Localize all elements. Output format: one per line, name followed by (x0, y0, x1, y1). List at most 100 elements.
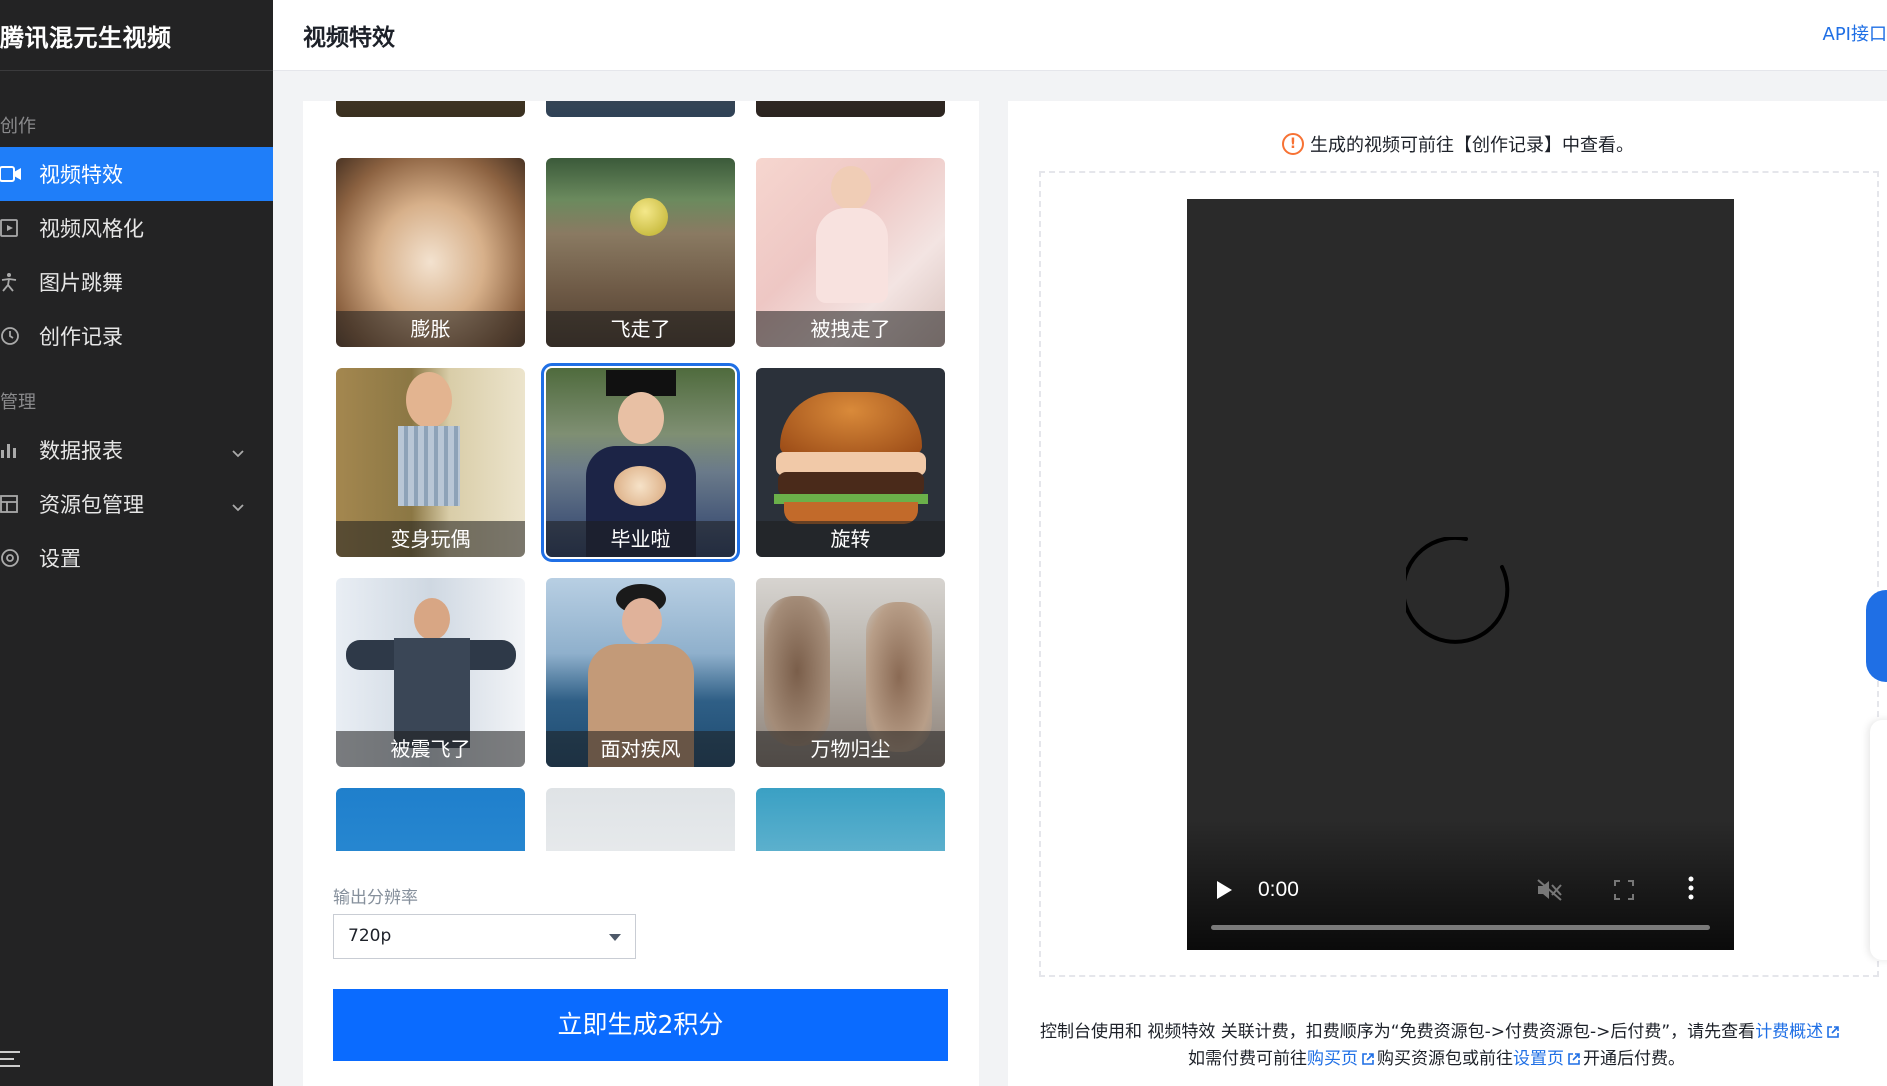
effect-tile[interactable]: 毕业啦 (541, 363, 740, 562)
effect-tile[interactable]: 旋转 (756, 368, 945, 557)
bar-chart-icon (0, 423, 36, 477)
video-play-icon (0, 201, 36, 255)
billing-notice-line1: 控制台使用和 视频特效 关联计费，扣费顺序为“免费资源包->付费资源包->后付费… (1040, 1017, 1842, 1044)
effect-tile-caption: 被拽走了 (756, 311, 945, 347)
person-dress (816, 208, 888, 303)
sidebar-item-label: 视频特效 (39, 163, 123, 187)
sidebar-item-reports[interactable]: 数据报表 (0, 423, 273, 477)
person-head (622, 598, 662, 644)
doll-shirt (398, 426, 460, 506)
effect-tile[interactable]: 被震飞了 (336, 578, 525, 767)
effect-tile[interactable]: 面对疾风 (546, 578, 735, 767)
person-head (831, 166, 871, 210)
settings-page-link[interactable]: 设置页 (1513, 1049, 1564, 1069)
burger-patty (778, 472, 924, 496)
effect-tile-partial[interactable] (336, 101, 525, 117)
sidebar-item-label: 设置 (39, 547, 81, 571)
footer-text: 购买资源包或前往 (1377, 1049, 1513, 1069)
sidebar-item-image-dance[interactable]: 图片跳舞 (0, 255, 273, 309)
effect-tile[interactable]: 膨胀 (336, 158, 525, 347)
effect-tile[interactable]: 被拽走了 (756, 158, 945, 347)
header: 视频特效 API接口 (273, 0, 1887, 71)
caret-down-icon (609, 934, 621, 941)
effect-tile-caption: 被震飞了 (336, 731, 525, 767)
sidebar: 腾讯混元生视频 创作 视频特效 视频风格化 图片跳舞 创作记录 管理 数据报表 (0, 0, 273, 1086)
sidebar-item-label: 数据报表 (39, 439, 123, 463)
resolution-label: 输出分辨率 (333, 888, 418, 908)
footer-text: 开通后付费。 (1583, 1049, 1685, 1069)
page-title: 视频特效 (303, 25, 395, 51)
billing-notice-line2: 如需付费可前往购买页 购买资源包或前往设置页 开通后付费。 (1188, 1044, 1685, 1071)
external-link-icon (1826, 1024, 1840, 1044)
sidebar-item-label: 资源包管理 (39, 493, 144, 517)
resolution-value: 720p (348, 926, 392, 946)
purchase-page-link[interactable]: 购买页 (1307, 1049, 1358, 1069)
sidebar-item-label: 创作记录 (39, 325, 123, 349)
effect-tile-partial[interactable] (756, 101, 945, 117)
collapse-menu-icon[interactable] (0, 1050, 30, 1074)
effect-config-panel: 膨胀 飞走了 被拽走了 变身玩偶 毕业啦 旋转 被震飞了 面对疾风 万物归尘 输… (303, 101, 979, 1086)
person-head (618, 392, 664, 444)
video-camera-icon (0, 147, 36, 201)
dancing-person-icon (0, 255, 36, 309)
brand-title: 腾讯混元生视频 (0, 23, 172, 52)
floating-side-panel[interactable] (1870, 720, 1887, 960)
effect-tile-caption: 毕业啦 (546, 521, 735, 557)
chevron-down-icon (231, 495, 245, 519)
effect-tile-caption: 面对疾风 (546, 731, 735, 767)
billing-text: 控制台使用和 视频特效 关联计费，扣费顺序为“免费资源包->付费资源包->后付费… (1040, 1022, 1756, 1042)
brand: 腾讯混元生视频 (0, 0, 273, 71)
sidebar-item-video-effects[interactable]: 视频特效 (0, 147, 273, 201)
burger-bun-top (780, 392, 922, 454)
effect-grid[interactable]: 膨胀 飞走了 被拽走了 变身玩偶 毕业啦 旋转 被震飞了 面对疾风 万物归尘 (303, 101, 979, 851)
fullscreen-icon[interactable] (1614, 880, 1634, 904)
group-title-manage: 管理 (0, 392, 36, 413)
generate-button[interactable]: 立即生成2积分 (333, 989, 948, 1061)
flying-fruit (630, 198, 668, 236)
sidebar-item-packages[interactable]: 资源包管理 (0, 477, 273, 531)
effect-tile-partial[interactable] (756, 788, 945, 851)
effect-tile-caption: 万物归尘 (756, 731, 945, 767)
preview-panel: ! 生成的视频可前往【创作记录】中查看。 0:00 控制台使用和 视频特效 关联… (1008, 101, 1887, 1086)
effect-tile-caption: 旋转 (756, 521, 945, 557)
person-head (414, 598, 450, 640)
effect-tile-caption: 膨胀 (336, 311, 525, 347)
loading-spinner-icon (1406, 537, 1510, 644)
effect-tile-partial[interactable] (546, 788, 735, 851)
progress-bar[interactable] (1211, 925, 1710, 930)
effect-tile[interactable]: 飞走了 (546, 158, 735, 347)
package-icon (0, 477, 36, 531)
dusty-figure-left (764, 596, 830, 746)
resolution-select[interactable]: 720p (333, 914, 636, 959)
settings-gear-icon (0, 531, 36, 585)
effect-tile[interactable]: 万物归尘 (756, 578, 945, 767)
muted-speaker-icon[interactable] (1537, 879, 1563, 905)
effect-tile[interactable]: 变身玩偶 (336, 368, 525, 557)
group-title-create: 创作 (0, 116, 36, 137)
effect-tile-partial[interactable] (336, 788, 525, 851)
sidebar-item-settings[interactable]: 设置 (0, 531, 273, 585)
sidebar-item-label: 图片跳舞 (39, 271, 123, 295)
history-clock-icon (0, 309, 36, 363)
dusty-figure-right (866, 602, 932, 752)
effect-tile-caption: 变身玩偶 (336, 521, 525, 557)
external-link-icon (1361, 1051, 1375, 1071)
sidebar-item-label: 视频风格化 (39, 217, 144, 241)
floating-assistant-button[interactable] (1866, 590, 1887, 682)
video-player[interactable]: 0:00 (1187, 199, 1734, 950)
api-link[interactable]: API接口 (1823, 20, 1887, 46)
play-icon[interactable] (1215, 880, 1233, 904)
doll-head (406, 372, 452, 428)
sidebar-item-history[interactable]: 创作记录 (0, 309, 273, 363)
billing-overview-link[interactable]: 计费概述 (1755, 1022, 1823, 1042)
notice-text: 生成的视频可前往【创作记录】中查看。 (1310, 135, 1634, 156)
more-options-icon[interactable] (1687, 876, 1695, 904)
sidebar-item-video-stylize[interactable]: 视频风格化 (0, 201, 273, 255)
bouquet (614, 466, 666, 506)
external-link-icon (1567, 1051, 1581, 1071)
effect-tile-caption: 飞走了 (546, 311, 735, 347)
warning-icon: ! (1282, 133, 1304, 155)
chevron-down-icon (231, 441, 245, 465)
footer-text: 如需付费可前往 (1188, 1049, 1307, 1069)
effect-tile-partial[interactable] (546, 101, 735, 117)
